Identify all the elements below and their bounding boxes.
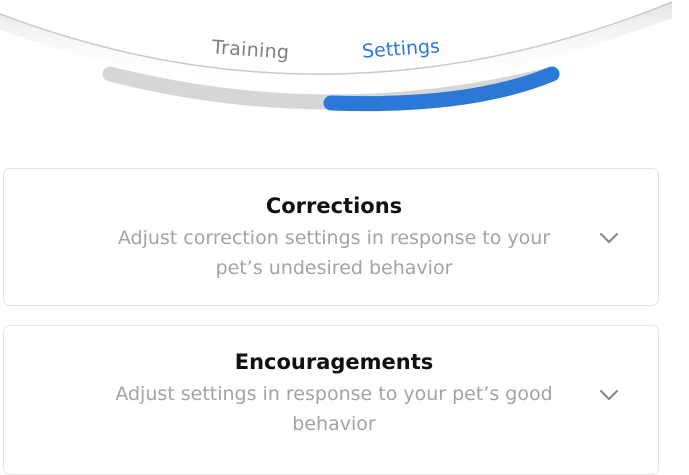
arc-graphic xyxy=(0,1,673,112)
corrections-title: Corrections xyxy=(265,194,403,218)
chevron-down-icon[interactable] xyxy=(598,388,620,402)
tab-arc-header: Training Settings xyxy=(0,0,689,150)
encouragements-card[interactable]: Encouragements Adjust settings in respon… xyxy=(3,325,659,475)
encouragements-description: Adjust settings in response to your pet’… xyxy=(115,383,553,435)
encouragements-text: Encouragements Adjust settings in respon… xyxy=(94,349,574,439)
chevron-down-icon[interactable] xyxy=(598,231,620,245)
corrections-card[interactable]: Corrections Adjust correction settings i… xyxy=(3,168,659,306)
corrections-text: Corrections Adjust correction settings i… xyxy=(94,193,574,283)
encouragements-title: Encouragements xyxy=(234,350,434,374)
corrections-description: Adjust correction settings in response t… xyxy=(117,227,551,279)
